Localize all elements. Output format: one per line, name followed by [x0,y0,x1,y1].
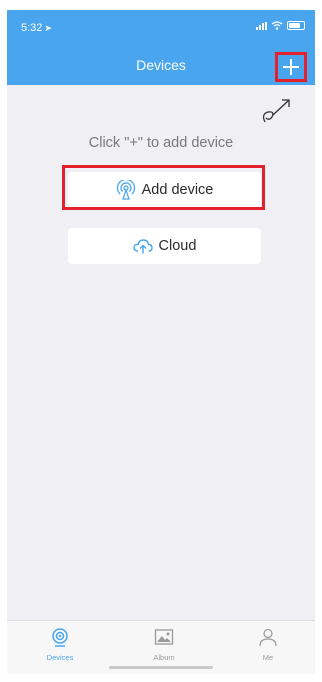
battery-icon [287,21,305,30]
status-time-text: 5:32 [21,22,43,34]
tab-album[interactable]: Album [134,627,194,662]
tab-me[interactable]: Me [238,627,298,662]
page-title: Devices [136,57,186,73]
tab-devices[interactable]: Devices [30,627,90,662]
camera-icon [52,628,68,647]
cloud-label: Cloud [158,238,197,254]
tab-me-label: Me [262,653,274,662]
location-arrow-icon: ➤ [44,23,52,33]
add-device-highlight [62,165,265,210]
wifi-icon [271,21,283,30]
home-indicator [109,666,213,669]
status-bar-time: 5:32 ➤ [21,22,52,34]
cloud-upload-icon [132,239,153,254]
add-device-hint: Click "+" to add device [88,135,234,151]
app-header: 5:32 ➤ Devices [7,10,315,85]
person-icon [259,628,277,647]
cloud-button[interactable]: Cloud [68,228,261,264]
add-device-header-button[interactable] [275,52,307,82]
app-screen: 5:32 ➤ Devices Click "+" to add device A… [7,10,315,674]
hint-arrow-icon [262,99,290,123]
signal-icon [256,21,267,30]
plus-icon [283,59,299,75]
tab-album-label: Album [153,653,175,662]
status-icons [256,21,305,30]
image-icon [154,629,174,645]
tab-devices-label: Devices [46,653,74,662]
